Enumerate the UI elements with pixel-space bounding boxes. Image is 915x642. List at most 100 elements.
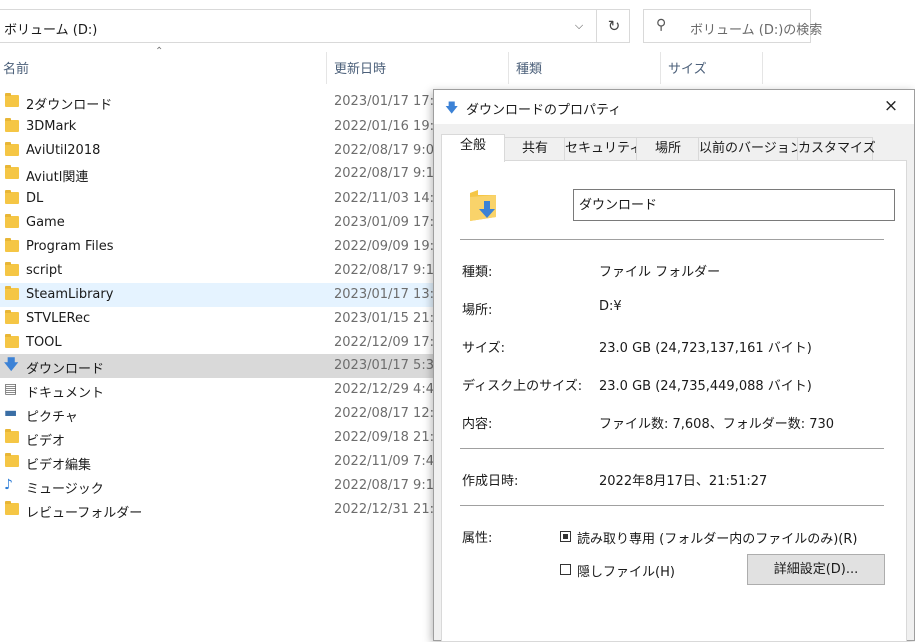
file-date: 2022/12/31 21: — [334, 502, 434, 517]
file-name: ダウンロード — [26, 362, 105, 377]
download-icon: 🡇 — [4, 357, 19, 373]
file-name: Aviutl関連 — [26, 170, 89, 185]
file-name: STVLERec — [26, 311, 91, 326]
download-icon: 🡇 — [445, 101, 459, 116]
file-row[interactable]: 3DMark 2022/01/16 19:5 — [0, 115, 440, 139]
file-row[interactable]: script 2022/08/17 9:15 — [0, 259, 440, 283]
file-name: Game — [26, 215, 65, 230]
file-date: 2022/09/09 19:5 — [334, 239, 440, 254]
file-date: 2022/01/16 19:5 — [334, 119, 440, 134]
refresh-icon[interactable]: ↻ — [596, 10, 631, 42]
chevron-down-icon[interactable]: ⌵ — [568, 16, 590, 36]
tab-sharing[interactable]: 共有 — [504, 137, 566, 160]
search-placeholder: ボリューム (D:)の検索 — [690, 23, 823, 38]
location-value: D:¥ — [599, 299, 622, 314]
file-name: script — [26, 263, 63, 278]
folder-icon — [5, 118, 19, 132]
column-divider[interactable] — [508, 52, 509, 84]
file-name: レビューフォルダー — [26, 506, 143, 521]
file-date: 2022/08/17 9:09 — [334, 143, 440, 158]
hidden-label[interactable]: 隠しファイル(H) — [577, 561, 675, 580]
file-date: 2022/09/18 21:5 — [334, 430, 440, 445]
file-name: ビデオ編集 — [26, 458, 92, 473]
folder-name-input[interactable]: ダウンロード — [573, 189, 895, 221]
folder-icon — [5, 501, 19, 515]
file-date: 2022/12/09 17:0 — [334, 335, 440, 350]
file-row[interactable]: 2ダウンロード 2023/01/17 17:0 — [0, 90, 440, 114]
folder-icon — [5, 165, 19, 179]
file-row[interactable]: SteamLibrary 2023/01/17 13:0 — [0, 283, 440, 307]
folder-icon — [5, 453, 19, 467]
file-row[interactable]: ♪ ミュージック 2022/08/17 9:18 — [0, 474, 440, 498]
file-date: 2022/11/03 14:5 — [334, 191, 440, 206]
created-label: 作成日時: — [462, 474, 519, 489]
divider — [460, 239, 884, 240]
folder-icon — [5, 93, 19, 107]
created-value: 2022年8月17日、21:51:27 — [599, 474, 768, 489]
column-header-name[interactable]: 名前 — [3, 58, 29, 77]
file-row[interactable]: Game 2023/01/09 17:4 — [0, 211, 440, 235]
file-row[interactable]: Aviutl関連 2022/08/17 9:15 — [0, 162, 440, 186]
address-bar[interactable]: ボリューム (D:) ⌵ ↻ — [0, 9, 630, 43]
contents-value: ファイル数: 7,608、フォルダー数: 730 — [599, 417, 835, 432]
file-date: 2023/01/09 17:4 — [334, 215, 440, 230]
contents-label: 内容: — [462, 417, 493, 432]
file-name: AviUtil2018 — [26, 143, 101, 158]
file-row[interactable]: DL 2022/11/03 14:5 — [0, 187, 440, 211]
tab-customize[interactable]: カスタマイズ — [797, 137, 876, 160]
file-row[interactable]: ▤ ドキュメント 2022/12/29 4:44 — [0, 378, 440, 402]
file-name: ビデオ — [26, 434, 66, 449]
folder-icon — [5, 238, 19, 252]
column-divider[interactable] — [762, 52, 763, 84]
size-on-disk-label: ディスク上のサイズ: — [462, 379, 583, 394]
readonly-label[interactable]: 読み取り専用 (フォルダー内のファイルのみ)(R) — [577, 528, 857, 547]
file-row[interactable]: STVLERec 2023/01/15 21:2 — [0, 307, 440, 331]
search-box[interactable]: ⚲ ボリューム (D:)の検索 — [643, 9, 822, 43]
divider — [460, 505, 884, 506]
column-divider[interactable] — [326, 52, 327, 84]
folder-icon — [5, 286, 19, 300]
file-row[interactable]: ▬ ピクチャ 2022/08/17 12:0 — [0, 402, 440, 426]
column-header-type[interactable]: 種類 — [516, 58, 542, 77]
column-header-date[interactable]: 更新日時 — [334, 58, 386, 77]
file-row[interactable]: ビデオ 2022/09/18 21:5 — [0, 426, 440, 450]
tab-general[interactable]: 全般 — [441, 134, 505, 162]
tab-location[interactable]: 場所 — [636, 137, 700, 160]
tab-security[interactable]: セキュリティ — [564, 137, 642, 160]
file-name: DL — [26, 191, 44, 206]
file-name: TOOL — [26, 335, 62, 350]
file-date: 2022/08/17 12:0 — [334, 406, 440, 421]
properties-dialog: 🡇 ダウンロードのプロパティ × 全般 共有 セキュリティ 場所 以前のバージョ… — [433, 89, 915, 642]
file-date: 2023/01/15 21:2 — [334, 311, 440, 326]
hidden-checkbox[interactable] — [560, 564, 571, 575]
file-date: 2022/08/17 9:18 — [334, 478, 440, 493]
close-button[interactable]: × — [868, 90, 914, 122]
file-name: 2ダウンロード — [26, 98, 113, 113]
file-name: SteamLibrary — [26, 287, 114, 302]
address-text: ボリューム (D:) — [4, 23, 98, 38]
file-date: 2023/01/17 13:0 — [334, 287, 440, 302]
file-date: 2023/01/17 17:0 — [334, 94, 440, 109]
dialog-title-bar[interactable]: 🡇 ダウンロードのプロパティ × — [434, 90, 914, 124]
file-row[interactable]: ビデオ編集 2022/11/09 7:47 — [0, 450, 440, 474]
file-row[interactable]: AviUtil2018 2022/08/17 9:09 — [0, 139, 440, 163]
file-date: 2022/12/29 4:44 — [334, 382, 440, 397]
file-date: 2023/01/17 5:33 — [334, 358, 440, 373]
column-divider[interactable] — [660, 52, 661, 84]
type-label: 種類: — [462, 265, 493, 280]
column-header-size[interactable]: サイズ — [668, 58, 707, 77]
advanced-button[interactable]: 詳細設定(D)... — [747, 554, 885, 585]
folder-icon — [5, 334, 19, 348]
file-row[interactable]: 🡇 ダウンロード 2023/01/17 5:33 — [0, 354, 440, 378]
document-icon: ▤ — [4, 381, 18, 397]
general-panel: ダウンロード 種類: ファイル フォルダー 場所: D:¥ サイズ: 23.0 … — [441, 160, 907, 642]
dialog-title: ダウンロードのプロパティ — [466, 103, 622, 118]
tab-previous-versions[interactable]: 以前のバージョン — [698, 137, 803, 160]
file-row[interactable]: TOOL 2022/12/09 17:0 — [0, 331, 440, 355]
folder-icon — [5, 214, 19, 228]
file-row[interactable]: Program Files 2022/09/09 19:5 — [0, 235, 440, 259]
file-row[interactable]: レビューフォルダー 2022/12/31 21: — [0, 498, 440, 522]
file-date: 2022/08/17 9:15 — [334, 166, 440, 181]
picture-icon: ▬ — [4, 405, 18, 421]
readonly-checkbox[interactable] — [560, 531, 571, 542]
